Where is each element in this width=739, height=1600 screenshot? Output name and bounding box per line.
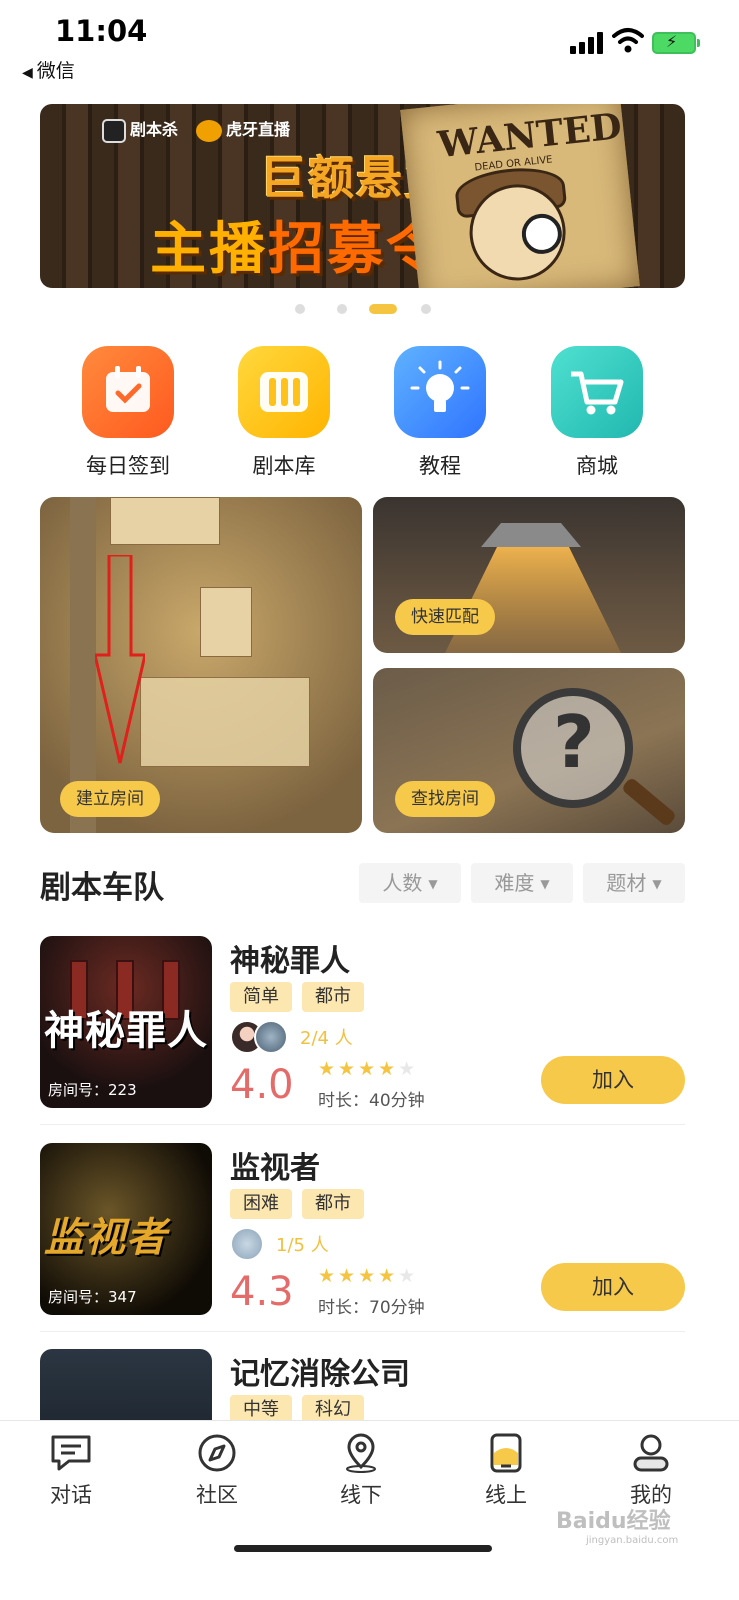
join-button[interactable]: 加入 (541, 1056, 685, 1104)
tile-paper-art (110, 497, 220, 545)
quick-match-button[interactable]: 快速匹配 (395, 599, 495, 635)
shopping-cart-icon (551, 346, 643, 438)
room-rating: 4.0 (230, 1062, 294, 1108)
books-icon (238, 346, 330, 438)
find-room-tile[interactable]: ? 查找房间 (373, 668, 685, 833)
room-number: 房间号：347 (48, 1288, 137, 1306)
caret-down-icon: ▼ (652, 877, 662, 891)
player-count: 2/4 人 (300, 1028, 353, 1049)
room-rating: 4.3 (230, 1269, 294, 1315)
red-arrow-annotation (95, 555, 145, 764)
banner-logos: 剧本杀 虎牙直播 (102, 116, 290, 143)
back-triangle-icon: ◀ (22, 65, 33, 81)
profile-icon (633, 1434, 669, 1472)
filter-theme[interactable]: 题材 ▼ (583, 863, 685, 903)
lightbulb-icon (394, 346, 486, 438)
carousel-dot[interactable] (295, 304, 305, 314)
quick-label: 教程 (419, 454, 461, 478)
signal-icon (570, 30, 606, 54)
status-time: 11:04 (55, 14, 148, 48)
divider (40, 1124, 685, 1125)
room-number: 房间号：223 (48, 1081, 137, 1099)
back-to-wechat[interactable]: ◀ 微信 (22, 56, 75, 83)
quick-tutorial[interactable]: 教程 (375, 346, 505, 480)
find-room-button[interactable]: 查找房间 (395, 781, 495, 817)
rating-stars: ★★★★★ (318, 1265, 419, 1287)
quick-shop[interactable]: 商城 (532, 346, 662, 480)
banner-logo-right: 虎牙直播 (196, 116, 290, 143)
rating-stars: ★★★★★ (318, 1058, 419, 1080)
battery-icon: ⚡ (652, 32, 700, 54)
tag-difficulty: 困难 (230, 1189, 292, 1219)
caret-down-icon: ▼ (540, 877, 550, 891)
banner-logo-left: 剧本杀 (102, 116, 178, 143)
carousel-dots (0, 304, 739, 316)
banner-headline-2: 主播招募令 (150, 217, 445, 282)
filter-players[interactable]: 人数 ▼ (359, 863, 461, 903)
filter-difficulty[interactable]: 难度 ▼ (471, 863, 573, 903)
carousel-dot[interactable] (337, 304, 347, 314)
tab-profile[interactable]: 我的 (596, 1433, 706, 1509)
room-cover: 监视者 房间号：347 (40, 1143, 212, 1315)
room-cover: 神秘罪人 房间号：223 (40, 936, 212, 1108)
tag-theme: 都市 (302, 982, 364, 1012)
question-mark-art: ? (553, 700, 595, 784)
room-name: 记忆消除公司 (230, 1357, 410, 1392)
wifi-icon (612, 28, 644, 53)
quick-label: 剧本库 (252, 454, 316, 478)
room-players: 1/5 人 (230, 1227, 329, 1261)
room-tags: 困难 都市 (230, 1189, 364, 1219)
quick-label: 每日签到 (86, 454, 170, 478)
wanted-poster: WANTED DEAD OR ALIVE (400, 104, 640, 288)
status-bar: 11:04 ◀ 微信 ⚡ (0, 0, 739, 90)
tile-paper-art (140, 677, 310, 767)
tile-paper-art (200, 587, 252, 657)
room-tags: 简单 都市 (230, 982, 364, 1012)
tab-offline[interactable]: 线下 (306, 1433, 416, 1509)
lamp-icon (481, 523, 581, 547)
tab-label: 线上 (485, 1483, 527, 1507)
avatar (230, 1227, 264, 1261)
chat-icon (51, 1435, 91, 1471)
room-players: 2/4 人 (230, 1020, 353, 1054)
quick-script-library[interactable]: 剧本库 (219, 346, 349, 480)
quick-match-tile[interactable]: 快速匹配 (373, 497, 685, 653)
quick-actions: 每日签到 剧本库 教程 商城 (0, 346, 739, 478)
location-pin-icon (346, 1433, 376, 1473)
cover-title: 神秘罪人 (44, 1008, 208, 1054)
tab-label: 对话 (50, 1483, 92, 1507)
tab-chat[interactable]: 对话 (16, 1433, 126, 1509)
carousel-dot-active[interactable] (369, 304, 397, 314)
player-count: 1/5 人 (276, 1235, 329, 1256)
create-room-tile[interactable]: 建立房间 (40, 497, 362, 833)
tab-label: 社区 (196, 1483, 238, 1507)
join-button[interactable]: 加入 (541, 1263, 685, 1311)
avatar (254, 1020, 288, 1054)
tab-community[interactable]: 社区 (162, 1433, 272, 1509)
carousel-dot[interactable] (421, 304, 431, 314)
room-duration: 时长：70分钟 (318, 1298, 425, 1318)
tag-theme: 都市 (302, 1189, 364, 1219)
room-name: 神秘罪人 (230, 944, 350, 979)
baidu-watermark: Baidu经验 jingyan.baidu.com (556, 1509, 679, 1546)
promo-banner[interactable]: 剧本杀 虎牙直播 巨额悬赏 主播招募令 WANTED DEAD OR ALIVE (40, 104, 685, 288)
divider (40, 1331, 685, 1332)
section-title: 剧本车队 (40, 870, 164, 906)
calendar-check-icon (82, 346, 174, 438)
tab-label: 线下 (340, 1483, 382, 1507)
magnifier-handle (620, 776, 678, 828)
phone-icon (490, 1433, 522, 1473)
create-room-button[interactable]: 建立房间 (60, 781, 160, 817)
tab-online[interactable]: 线上 (451, 1433, 561, 1509)
tag-difficulty: 简单 (230, 982, 292, 1012)
caret-down-icon: ▼ (428, 877, 438, 891)
back-label: 微信 (36, 60, 75, 82)
compass-icon (198, 1434, 236, 1472)
home-indicator[interactable] (234, 1545, 492, 1552)
quick-label: 商城 (576, 454, 618, 478)
quick-daily-checkin[interactable]: 每日签到 (63, 346, 193, 480)
room-name: 监视者 (230, 1151, 320, 1186)
cover-title: 监视者 (44, 1215, 167, 1261)
room-duration: 时长：40分钟 (318, 1091, 425, 1111)
